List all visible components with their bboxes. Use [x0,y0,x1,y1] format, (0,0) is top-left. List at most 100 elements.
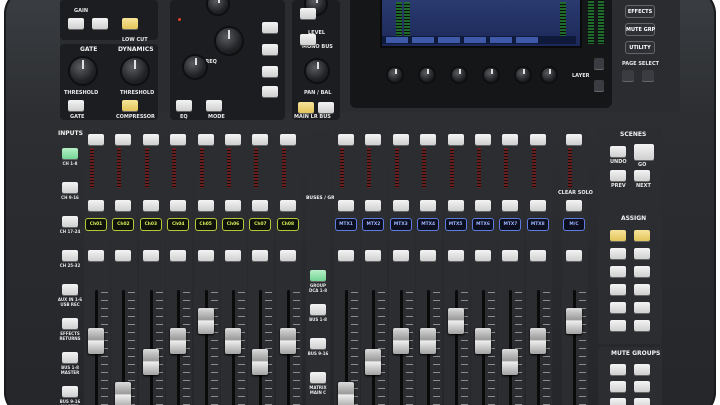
mono-bus-button[interactable] [300,34,316,45]
mute-button[interactable] [365,250,382,261]
fader-cap[interactable] [115,382,132,405]
mute-button[interactable] [279,250,296,261]
fader-cap[interactable] [420,328,437,354]
prev-button[interactable] [610,170,626,181]
select-button[interactable] [279,134,296,145]
solo-button[interactable] [475,200,491,211]
select-button[interactable] [88,134,104,145]
mute-group-button[interactable] [610,398,626,405]
select-button[interactable] [365,134,382,145]
select-button[interactable] [170,134,187,145]
mute-button[interactable] [88,250,104,261]
solo-button[interactable] [392,200,409,211]
mute-button[interactable] [502,250,519,261]
input-layer-button[interactable] [62,250,78,261]
fader-cap[interactable] [392,328,409,354]
mute-group-button[interactable] [634,398,650,405]
pan-knob[interactable] [306,60,328,82]
solo-button[interactable] [142,200,159,211]
select-button[interactable] [566,134,582,145]
gate-threshold-knob[interactable] [70,58,96,84]
mute-button[interactable] [115,250,132,261]
mute-group-button[interactable] [634,381,650,392]
solo-button[interactable] [88,200,104,211]
solo-button[interactable] [529,200,546,211]
input-layer-button[interactable] [62,148,78,159]
eq-low-mid-button[interactable] [262,66,278,77]
mute-button[interactable] [447,250,464,261]
fader-cap[interactable] [566,308,582,334]
rotary-encoder-6[interactable] [542,68,556,82]
solo-button[interactable] [338,200,354,211]
rotary-encoder-2[interactable] [420,68,434,82]
select-button[interactable] [225,134,241,145]
solo-button[interactable] [566,200,582,211]
assign-button[interactable] [610,230,626,241]
eq-freq-knob[interactable] [184,56,206,78]
display-tab-5[interactable] [490,37,512,43]
bus-send-button[interactable] [300,8,316,19]
mute-button[interactable] [392,250,409,261]
next-button[interactable] [634,170,650,181]
solo-button[interactable] [420,200,437,211]
rotary-encoder-4[interactable] [484,68,498,82]
page-right-button[interactable] [642,70,654,81]
mute-group-button[interactable] [634,364,650,375]
gain-button[interactable] [68,18,84,29]
solo-button[interactable] [279,200,296,211]
mute-button[interactable] [420,250,437,261]
eq-q-knob[interactable] [216,28,242,54]
assign-button[interactable] [610,248,626,259]
assign-button[interactable] [634,230,650,241]
select-button[interactable] [502,134,519,145]
fader-cap[interactable] [279,328,296,354]
fader-cap[interactable] [142,349,159,375]
solo-button[interactable] [197,200,214,211]
select-button[interactable] [529,134,546,145]
mute-button[interactable] [170,250,187,261]
mute-button[interactable] [338,250,354,261]
mute-group-button[interactable] [610,381,626,392]
eq-high-mid-button[interactable] [262,44,278,55]
eq-mode-button[interactable] [206,100,222,111]
fader-cap[interactable] [252,349,269,375]
input-layer-button[interactable] [62,352,78,363]
assign-button[interactable] [610,302,626,313]
solo-button[interactable] [447,200,464,211]
solo-button[interactable] [225,200,241,211]
assign-button[interactable] [610,284,626,295]
fader-cap[interactable] [88,328,104,354]
rotary-encoder-3[interactable] [452,68,466,82]
input-layer-button[interactable] [62,386,78,397]
select-button[interactable] [420,134,437,145]
solo-button[interactable] [365,200,382,211]
mute-button[interactable] [197,250,214,261]
mute-button[interactable] [142,250,159,261]
input-layer-button[interactable] [62,284,78,295]
input-layer-button[interactable] [62,216,78,227]
display-tab-4[interactable] [464,37,486,43]
assign-button[interactable] [634,302,650,313]
fader-cap[interactable] [502,349,519,375]
fader-cap[interactable] [475,328,491,354]
mute-button[interactable] [225,250,241,261]
assign-button[interactable] [634,248,650,259]
main-mono-button[interactable] [318,102,334,113]
rotary-encoder-1[interactable] [388,68,402,82]
scene-view-button[interactable] [634,144,654,160]
phase-button[interactable] [92,18,108,29]
display-tab-1[interactable] [386,37,408,43]
assign-button[interactable] [634,320,650,331]
solo-button[interactable] [170,200,187,211]
display-tab-3[interactable] [438,37,460,43]
mute-button[interactable] [252,250,269,261]
input-layer-button[interactable] [62,318,78,329]
compressor-button[interactable] [122,100,138,111]
fader-cap[interactable] [447,308,464,334]
select-button[interactable] [142,134,159,145]
layer-down-button[interactable] [594,80,604,91]
fader-cap[interactable] [529,328,546,354]
eq-button[interactable] [176,100,192,111]
bus-layer-button[interactable] [310,372,326,383]
fader-cap[interactable] [197,308,214,334]
